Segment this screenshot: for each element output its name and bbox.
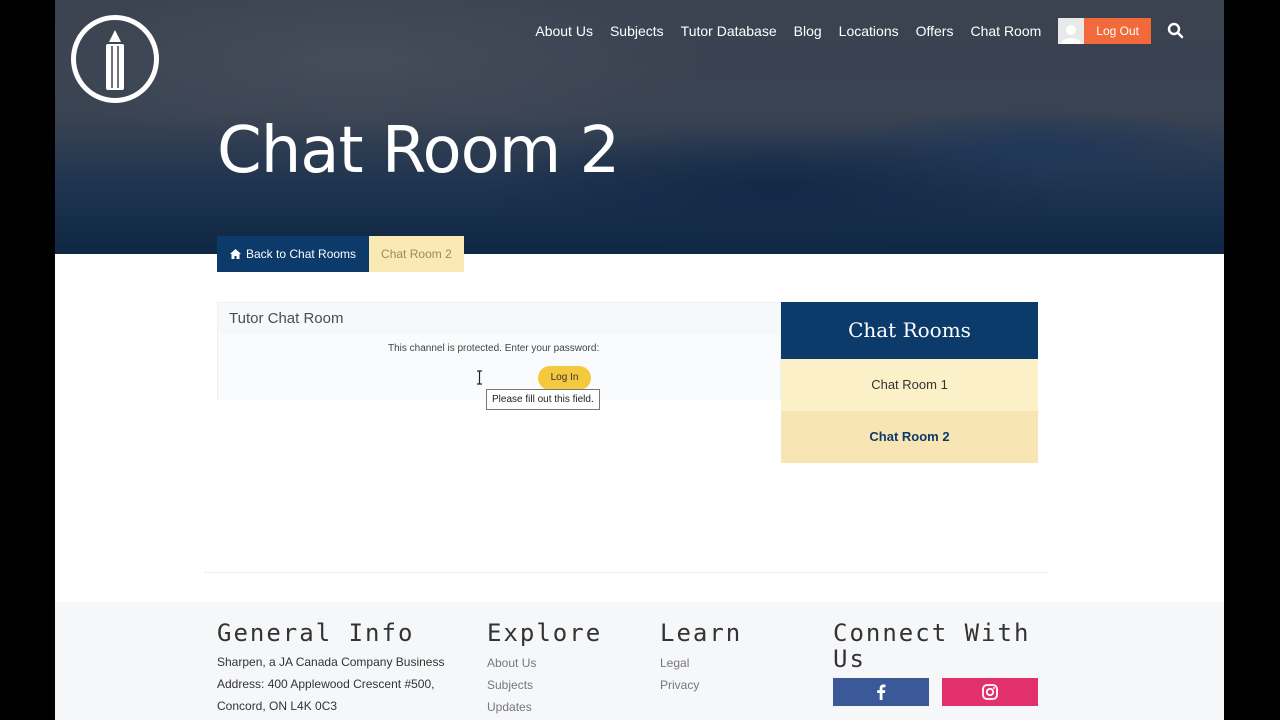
site-logo[interactable] [71, 15, 159, 103]
instagram-button[interactable] [942, 678, 1038, 706]
chat-rooms-sidebar: Chat Rooms Chat Room 1 Chat Room 2 [781, 302, 1038, 463]
nav-subjects[interactable]: Subjects [610, 23, 664, 39]
footer-link-updates[interactable]: Updates [487, 700, 532, 714]
footer-link-legal[interactable]: Legal [660, 656, 689, 670]
footer: General Info Sharpen, a JA Canada Compan… [55, 602, 1224, 720]
footer-address-line: Concord, ON L4K 0C3 [217, 699, 338, 713]
instagram-icon [982, 684, 998, 700]
user-menu[interactable]: Log Out [1058, 18, 1151, 44]
footer-learn-heading: Learn [660, 619, 743, 647]
breadcrumb: Back to Chat Rooms Chat Room 2 [217, 236, 464, 272]
main-nav: About Us Subjects Tutor Database Blog Lo… [535, 18, 1224, 44]
room-link-chat-room-1[interactable]: Chat Room 1 [781, 359, 1038, 411]
home-icon [230, 249, 241, 259]
login-button[interactable]: Log In [538, 366, 591, 390]
room-link-chat-room-2[interactable]: Chat Room 2 [781, 411, 1038, 463]
footer-general-heading: General Info [217, 619, 415, 647]
footer-connect-heading: Connect With Us [833, 619, 1031, 673]
footer-link-subjects[interactable]: Subjects [487, 678, 533, 692]
logout-button[interactable]: Log Out [1084, 18, 1151, 44]
footer-address-line: Address: 400 Applewood Crescent #500, [217, 677, 435, 691]
back-to-chat-rooms-button[interactable]: Back to Chat Rooms [217, 236, 370, 272]
facebook-icon [877, 684, 886, 700]
page: About Us Subjects Tutor Database Blog Lo… [55, 0, 1224, 720]
nav-offers[interactable]: Offers [916, 23, 954, 39]
nav-about-us[interactable]: About Us [535, 23, 593, 39]
search-icon[interactable] [1166, 21, 1186, 41]
protected-message: This channel is protected. Enter your pa… [388, 343, 600, 354]
pencil-logo-icon [106, 30, 124, 90]
nav-tutor-database[interactable]: Tutor Database [681, 23, 777, 39]
nav-blog[interactable]: Blog [794, 23, 822, 39]
nav-chat-room[interactable]: Chat Room [970, 23, 1041, 39]
chat-panel-title: Tutor Chat Room [218, 303, 780, 334]
validation-tooltip: Please fill out this field. [486, 389, 600, 410]
facebook-button[interactable] [833, 678, 929, 706]
nav-locations[interactable]: Locations [839, 23, 899, 39]
chat-rooms-heading: Chat Rooms [781, 302, 1038, 359]
footer-address-line: Sharpen, a JA Canada Company Business [217, 655, 445, 669]
footer-explore-heading: Explore [487, 619, 603, 647]
page-title: Chat Room 2 [217, 114, 620, 188]
footer-link-about-us[interactable]: About Us [487, 656, 536, 670]
breadcrumb-current: Chat Room 2 [369, 236, 464, 272]
user-avatar-icon[interactable] [1058, 18, 1085, 44]
section-divider [205, 572, 1047, 573]
chat-panel: Tutor Chat Room This channel is protecte… [217, 302, 781, 400]
password-input[interactable] [394, 365, 534, 391]
footer-link-privacy[interactable]: Privacy [660, 678, 699, 692]
text-cursor-icon [477, 370, 482, 385]
hero-banner: About Us Subjects Tutor Database Blog Lo… [55, 0, 1224, 254]
back-label: Back to Chat Rooms [246, 247, 357, 261]
